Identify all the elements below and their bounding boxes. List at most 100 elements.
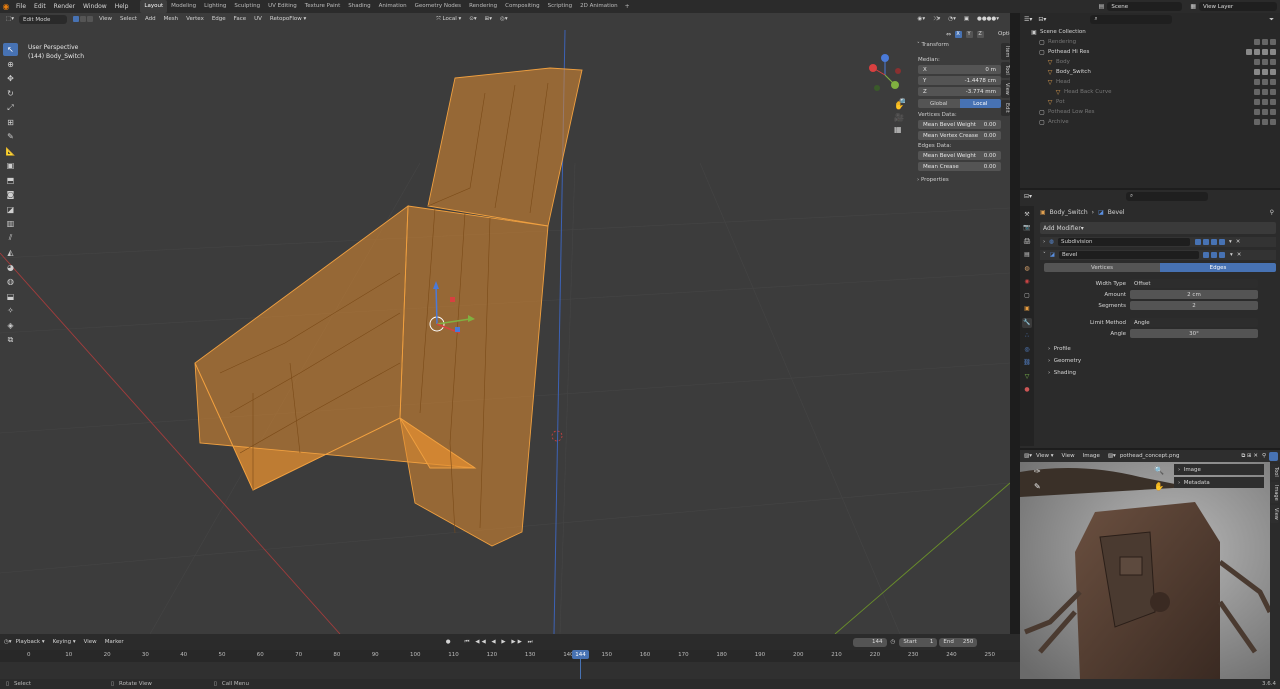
playback-menu[interactable]: Playback ▾ — [16, 639, 45, 645]
workspace-tab-compositing[interactable]: Compositing — [501, 0, 543, 13]
playback-controls[interactable]: ⏮ ◀◀ ◀ ▶ ▶▶ ⏭ — [465, 639, 535, 646]
smooth-tool-icon[interactable]: ◍ — [3, 275, 18, 288]
disable-render-icon[interactable] — [1270, 39, 1276, 45]
pan-hand-icon[interactable]: ✋ — [894, 101, 904, 110]
xray-toggle-icon[interactable]: ▣ — [961, 14, 972, 25]
workspace-tab-2d-animation[interactable]: 2D Animation — [576, 0, 622, 13]
image-canvas[interactable]: ✑ ✎ 🔍 ✋ › Image › Metadata — [1020, 462, 1270, 679]
limit-method-select[interactable]: Angle — [1130, 318, 1258, 327]
hide-eye-icon[interactable] — [1254, 119, 1260, 125]
shading-section[interactable]: › Shading — [1036, 367, 1280, 379]
world-tab-icon[interactable]: ◉ — [1022, 277, 1032, 287]
view-layer-icon[interactable]: ▦ — [1190, 3, 1196, 10]
frame-ruler[interactable]: 0 10 20 30 40 50 60 70 80 90 100 110 120 130 140 150 160… — [0, 650, 1020, 662]
hide-eye-icon[interactable] — [1254, 99, 1260, 105]
3d-cursor-icon[interactable] — [551, 430, 563, 442]
outliner-row[interactable]: ▽ Head — [1020, 77, 1280, 87]
select-box-tool-icon[interactable]: ↖ — [3, 43, 18, 56]
viewport-menu-face[interactable]: Face — [231, 14, 249, 25]
viewport-menu-add[interactable]: Add — [142, 14, 159, 25]
orientation-selector[interactable]: ⤧ Local ▾ — [433, 14, 464, 25]
hide-eye-icon[interactable] — [1254, 89, 1260, 95]
options-menu[interactable]: Options — [995, 29, 1010, 40]
inset-tool-icon[interactable]: ◙ — [3, 188, 18, 201]
3d-viewport[interactable]: ⬚▾ Edit Mode View Select Add Mesh Vertex… — [0, 13, 1010, 634]
outliner-row-toggles[interactable] — [1246, 57, 1276, 67]
menu-window[interactable]: Window — [79, 0, 111, 13]
tool-tab-icon[interactable]: ⚒ — [1022, 210, 1032, 220]
current-frame-field[interactable]: 144 — [852, 637, 887, 647]
disable-viewport-icon[interactable] — [1262, 89, 1268, 95]
bevel-tool-icon[interactable]: ◪ — [3, 203, 18, 216]
menu-help[interactable]: Help — [111, 0, 133, 13]
workspace-tab-animation[interactable]: Animation — [375, 0, 411, 13]
outliner-row-toggles[interactable] — [1246, 97, 1276, 107]
disable-render-icon[interactable] — [1270, 99, 1276, 105]
width-type-select[interactable]: Offset — [1130, 279, 1258, 288]
spin-tool-icon[interactable]: ◕ — [3, 261, 18, 274]
sample-tool-icon[interactable]: ✑ — [1034, 467, 1041, 476]
remove-modifier-icon[interactable]: ✕ — [1237, 252, 1242, 258]
viewport-menu-view[interactable]: View — [96, 14, 115, 25]
affect-vertices-button[interactable]: Vertices — [1044, 263, 1160, 272]
image-tab-image[interactable]: Image — [1270, 481, 1279, 504]
view-layer-selector[interactable]: View Layer — [1199, 2, 1277, 11]
modifier-visibility-toggles[interactable] — [1194, 239, 1225, 245]
physics-tab-icon[interactable]: ◎ — [1022, 345, 1032, 355]
proportional-edit-icon[interactable]: ◎▾ — [497, 14, 511, 25]
rotate-tool-icon[interactable]: ↻ — [3, 87, 18, 100]
exclude-checkbox[interactable] — [1246, 39, 1252, 45]
properties-editor-icon[interactable]: ⊟▾ — [1024, 193, 1032, 200]
disable-viewport-icon[interactable] — [1262, 59, 1268, 65]
mirror-x-toggle[interactable]: X — [954, 31, 962, 38]
workspace-tab-scripting[interactable]: Scripting — [544, 0, 576, 13]
outliner-row-toggles[interactable] — [1246, 77, 1276, 87]
hide-eye-icon[interactable] — [1254, 59, 1260, 65]
outliner-row-toggles[interactable] — [1246, 47, 1276, 57]
disable-render-icon[interactable] — [1270, 109, 1276, 115]
exclude-checkbox[interactable] — [1246, 109, 1252, 115]
extrude-tool-icon[interactable]: ⬒ — [3, 174, 18, 187]
expand-chevron-icon[interactable]: › — [1043, 239, 1045, 245]
expand-chevron-icon[interactable]: ˅ — [1043, 252, 1046, 258]
disable-render-icon[interactable] — [1270, 69, 1276, 75]
timeline-menu-view[interactable]: View — [84, 639, 97, 645]
edge-crease-field[interactable]: Mean Crease 0.00 — [918, 162, 1001, 171]
outliner-row[interactable]: ▢ Pothead Low Res — [1020, 107, 1280, 117]
modifier-subdivision[interactable]: › ◍ Subdivision ▾ ✕ — [1040, 237, 1276, 247]
workspace-tab-shading[interactable]: Shading — [344, 0, 374, 13]
edge-bevel-weight-field[interactable]: Mean Bevel Weight 0.00 — [918, 151, 1001, 160]
collection-tab-icon[interactable]: ▢ — [1022, 291, 1032, 301]
workspace-tab-modeling[interactable]: Modeling — [167, 0, 200, 13]
outliner-editor-icon[interactable]: ☰▾ — [1024, 16, 1032, 23]
start-frame-field[interactable]: Start 1 — [899, 637, 938, 647]
camera-view-icon[interactable]: 🎥 — [894, 113, 904, 122]
exclude-checkbox[interactable] — [1246, 69, 1252, 75]
pin-icon[interactable]: ⚲ — [1270, 209, 1274, 216]
disable-render-icon[interactable] — [1270, 119, 1276, 125]
outliner-row[interactable]: ▣ Scene Collection — [1020, 27, 1280, 37]
disable-viewport-icon[interactable] — [1262, 79, 1268, 85]
amount-field[interactable]: 2 cm — [1130, 290, 1258, 299]
menu-edit[interactable]: Edit — [30, 0, 50, 13]
rip-tool-icon[interactable]: ⧉ — [3, 333, 18, 346]
properties-section[interactable]: › Properties — [915, 176, 1001, 185]
mirror-z-toggle[interactable]: Z — [976, 31, 984, 38]
outliner-row[interactable]: ▢ Pothead Hi Res — [1020, 47, 1280, 57]
scene-icon[interactable]: ▤ — [1099, 3, 1105, 10]
viewport-menu-vertex[interactable]: Vertex — [183, 14, 207, 25]
outliner-search-input[interactable]: ⌕ — [1090, 15, 1173, 24]
object-tab-icon[interactable]: ▣ — [1022, 304, 1032, 314]
mirror-lock-icon[interactable]: ⇔ — [946, 31, 951, 38]
shading-modes-icon[interactable]: ●●●●▾ — [974, 14, 1002, 25]
angle-field[interactable]: 30° — [1130, 329, 1258, 338]
shrink-fatten-tool-icon[interactable]: ✧ — [3, 304, 18, 317]
modifier-name-field[interactable]: Bevel — [1058, 251, 1199, 259]
add-workspace-icon[interactable]: + — [622, 3, 633, 10]
image-datablock-icons[interactable]: ⧉ ⊞ ✕ — [1241, 453, 1258, 460]
mode-selector[interactable]: Edit Mode — [18, 15, 67, 24]
viewport-menu-select[interactable]: Select — [117, 14, 140, 25]
visibility-icon[interactable]: ◉▾ — [915, 14, 929, 25]
scene-tab-icon[interactable]: ◍ — [1022, 264, 1032, 274]
display-mode-icon[interactable]: ⊟▾ — [1038, 16, 1046, 23]
